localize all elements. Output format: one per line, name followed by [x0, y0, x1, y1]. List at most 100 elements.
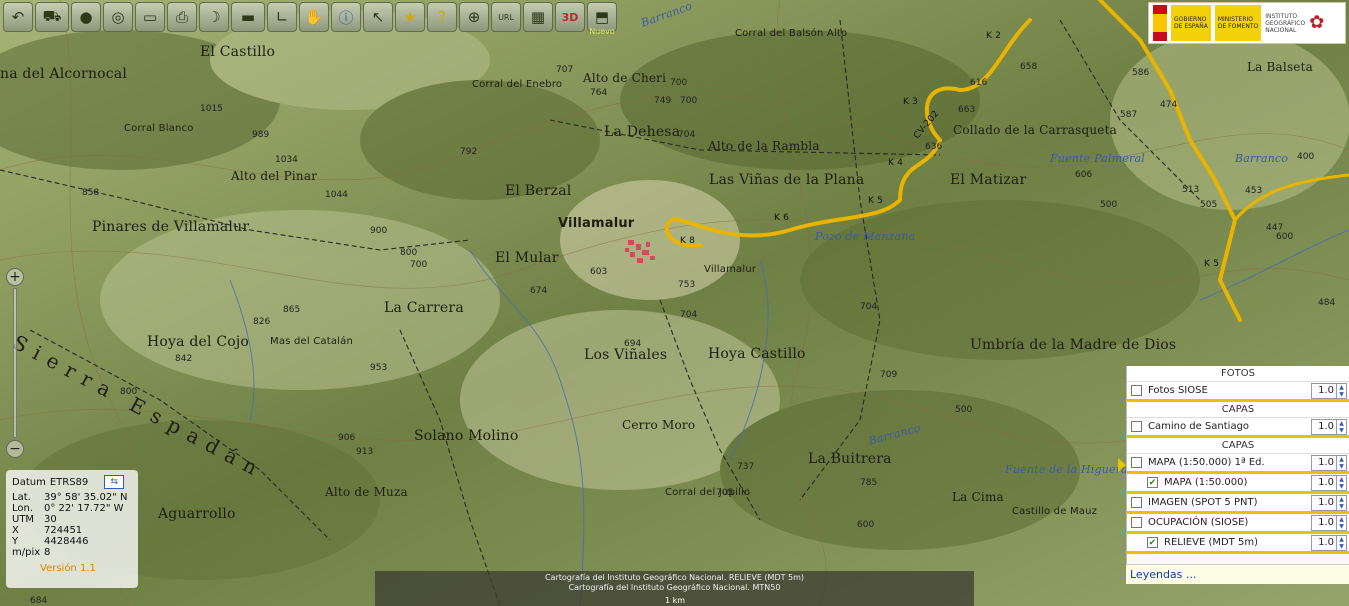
lat-label: Lat.: [12, 492, 31, 503]
globe-icon[interactable]: ●: [71, 2, 101, 32]
zoom-out-button[interactable]: −: [6, 440, 24, 458]
road-label: K 6: [774, 213, 790, 223]
logo-text: INSTITUTO: [1265, 12, 1298, 20]
elevation-label: 989: [252, 130, 270, 140]
zoom-control: + −: [6, 268, 24, 458]
layer-row-ocupacion[interactable]: OCUPACIÓN (SIOSE) 1.0 ▲ ▼: [1127, 514, 1349, 534]
down-arrow-icon[interactable]: ▼: [1337, 523, 1346, 530]
up-arrow-icon[interactable]: ▲: [1337, 536, 1346, 543]
layer-row-mapa[interactable]: ✔ MAPA (1:50.000) 1.0 ▲ ▼: [1127, 474, 1349, 494]
layer-checkbox[interactable]: [1131, 497, 1142, 508]
opacity-value[interactable]: 1.0: [1312, 385, 1336, 396]
3d-icon[interactable]: 3D: [555, 2, 585, 32]
layer-label: Fotos SIOSE: [1148, 385, 1208, 396]
print-icon[interactable]: ⎙: [167, 2, 197, 32]
swap-datum-button[interactable]: ⇆: [104, 475, 125, 489]
hand-icon[interactable]: ✋: [299, 2, 329, 32]
place-label: Alto de Cheri: [583, 71, 667, 85]
up-arrow-icon[interactable]: ▲: [1337, 384, 1346, 391]
opacity-value[interactable]: 1.0: [1312, 517, 1336, 528]
angle-icon[interactable]: ∟: [267, 2, 297, 32]
opacity-stepper[interactable]: 1.0 ▲ ▼: [1311, 418, 1347, 435]
ruler-icon[interactable]: ▬: [231, 2, 265, 32]
down-arrow-icon[interactable]: ▼: [1337, 463, 1346, 470]
water-label: Pozo de Manzana: [815, 230, 916, 243]
elevation-label: 826: [253, 317, 271, 327]
cd-icon[interactable]: ◎: [103, 2, 133, 32]
banana-icon[interactable]: ☽: [199, 2, 229, 32]
place-label: Aguarrollo: [158, 506, 236, 522]
road-label: K 5: [1204, 259, 1220, 269]
active-layer-marker: [1118, 458, 1126, 472]
opacity-stepper[interactable]: 1.0 ▲ ▼: [1311, 454, 1347, 471]
elevation-label: 800: [400, 248, 418, 258]
cursor-icon[interactable]: ↖: [363, 2, 393, 32]
legend-link[interactable]: Leyendas ...: [1126, 564, 1349, 584]
lat-value: 39° 58' 35.02" N: [44, 492, 128, 503]
layer-checkbox[interactable]: [1131, 457, 1142, 468]
up-arrow-icon[interactable]: ▲: [1337, 420, 1346, 427]
url-icon[interactable]: URL: [491, 2, 521, 32]
down-arrow-icon[interactable]: ▼: [1337, 543, 1346, 550]
layer-checkbox[interactable]: [1131, 517, 1142, 528]
info-icon[interactable]: ⓘ: [331, 2, 361, 32]
down-arrow-icon[interactable]: ▼: [1337, 427, 1346, 434]
section-header-capas: CAPAS: [1127, 402, 1349, 418]
place-label: Umbría de la Madre de Dios: [970, 337, 1177, 353]
place-label: La Carrera: [384, 300, 464, 316]
elevation-label: 513: [1182, 185, 1200, 195]
up-arrow-icon[interactable]: ▲: [1337, 516, 1346, 523]
elevation-label: 785: [860, 478, 878, 488]
layer-checkbox-checked[interactable]: ✔: [1147, 537, 1158, 548]
layer-row-camino-santiago[interactable]: Camino de Santiago 1.0 ▲ ▼: [1127, 418, 1349, 438]
opacity-value[interactable]: 1.0: [1312, 421, 1336, 432]
opacity-stepper[interactable]: 1.0 ▲ ▼: [1311, 382, 1347, 399]
layer-row-fotos-siose[interactable]: Fotos SIOSE 1.0 ▲ ▼: [1127, 382, 1349, 402]
up-arrow-icon[interactable]: ▲: [1337, 476, 1346, 483]
place-label: El Castillo: [200, 44, 276, 60]
layer-checkbox[interactable]: [1131, 421, 1142, 432]
down-arrow-icon[interactable]: ▼: [1337, 391, 1346, 398]
logo-text: DE FOMENTO: [1217, 23, 1259, 30]
help-icon[interactable]: ?: [427, 2, 457, 32]
opacity-value[interactable]: 1.0: [1312, 457, 1336, 468]
photo-icon[interactable]: ▦: [523, 2, 553, 32]
elevation-label: 704: [860, 302, 878, 312]
zoom-in-button[interactable]: +: [6, 268, 24, 286]
elevation-label: 842: [175, 354, 193, 364]
road-label: K 4: [888, 158, 904, 168]
star-icon[interactable]: ★: [395, 2, 425, 32]
gps-icon[interactable]: ⊕: [459, 2, 489, 32]
opacity-stepper[interactable]: 1.0 ▲ ▼: [1311, 514, 1347, 531]
opacity-value[interactable]: 1.0: [1312, 477, 1336, 488]
back-arrow-icon[interactable]: ↶: [3, 2, 33, 32]
opacity-stepper[interactable]: 1.0 ▲ ▼: [1311, 494, 1347, 511]
elevation-label: 705: [716, 488, 734, 498]
down-arrow-icon[interactable]: ▼: [1337, 483, 1346, 490]
opacity-value[interactable]: 1.0: [1312, 537, 1336, 548]
layer-checkbox[interactable]: [1131, 385, 1142, 396]
opacity-stepper[interactable]: 1.0 ▲ ▼: [1311, 474, 1347, 491]
elevation-label: 587: [1120, 110, 1138, 120]
town-label: Villamalur: [558, 216, 635, 231]
layer-label: MAPA (1:50.000): [1164, 477, 1248, 488]
layer-row-mapa-1ed[interactable]: MAPA (1:50.000) 1ª Ed. 1.0 ▲ ▼: [1127, 454, 1349, 474]
logo-text: MINISTERIO: [1217, 16, 1253, 23]
up-arrow-icon[interactable]: ▲: [1337, 496, 1346, 503]
zoom-slider[interactable]: [13, 288, 17, 438]
elevation-label: 586: [1132, 68, 1150, 78]
opacity-value[interactable]: 1.0: [1312, 497, 1336, 508]
opacity-stepper[interactable]: 1.0 ▲ ▼: [1311, 534, 1347, 551]
layer-row-imagen[interactable]: IMAGEN (SPOT 5 PNT) 1.0 ▲ ▼: [1127, 494, 1349, 514]
down-arrow-icon[interactable]: ▼: [1337, 503, 1346, 510]
layer-row-relieve[interactable]: ✔ RELIEVE (MDT 5m) 1.0 ▲ ▼: [1127, 534, 1349, 554]
new-layer-icon[interactable]: ⬒ Nuevo: [587, 2, 617, 36]
screen-icon[interactable]: ▭: [135, 2, 165, 32]
elevation-label: 865: [283, 305, 301, 315]
up-arrow-icon[interactable]: ▲: [1337, 456, 1346, 463]
layer-checkbox-checked[interactable]: ✔: [1147, 477, 1158, 488]
coordinates-panel: Datum ETRS89 ⇆ Lat. 39° 58' 35.02" N Lon.…: [6, 470, 138, 588]
place-label: Los Viñales: [584, 347, 668, 363]
place-label: Alto de la Rambla: [708, 139, 820, 153]
car-icon[interactable]: ⛟: [35, 2, 69, 32]
